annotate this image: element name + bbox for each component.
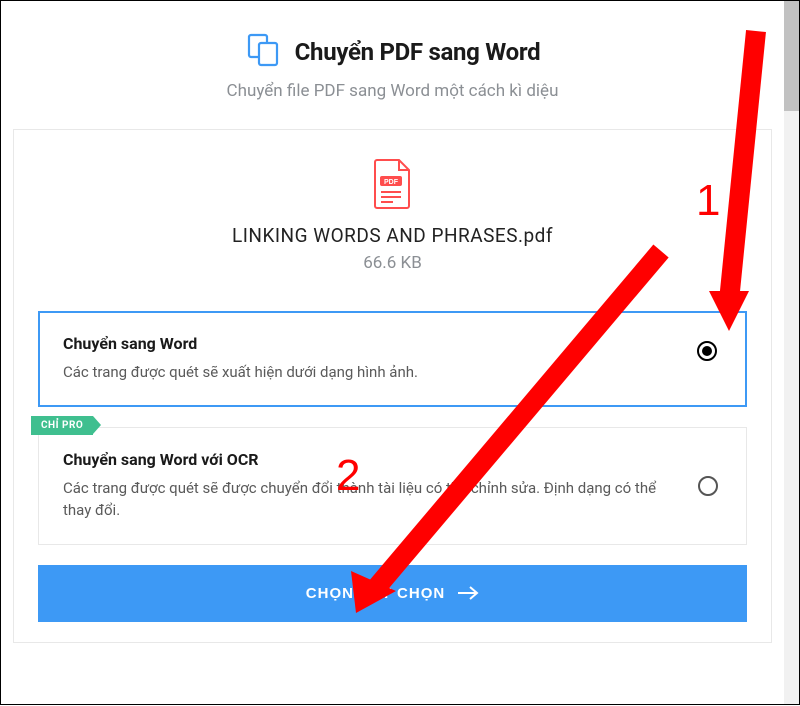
pdf-to-word-icon: [245, 31, 283, 73]
option-convert-with-ocr[interactable]: CHỈ PRO Chuyển sang Word với OCR Các tra…: [38, 427, 747, 545]
cta-label: CHỌN TÙY CHỌN: [306, 585, 445, 602]
option-desc: Các trang được quét sẽ xuất hiện dưới dạ…: [63, 361, 666, 384]
file-summary: PDF LINKING WORDS AND PHRASES.pdf 66.6 K…: [38, 158, 747, 273]
pro-badge: CHỈ PRO: [31, 416, 93, 435]
scroll-thumb[interactable]: [784, 1, 799, 111]
option-convert-to-word[interactable]: Chuyển sang Word Các trang được quét sẽ …: [38, 311, 747, 407]
pdf-file-icon: PDF: [371, 158, 415, 214]
page-content: Chuyển PDF sang Word Chuyển file PDF san…: [1, 1, 784, 655]
choose-option-button[interactable]: CHỌN TÙY CHỌN: [38, 565, 747, 622]
file-name: LINKING WORDS AND PHRASES.pdf: [38, 224, 747, 247]
option-desc: Các trang được quét sẽ được chuyển đổi t…: [63, 477, 666, 522]
svg-text:PDF: PDF: [384, 179, 399, 186]
annotation-number-2: 2: [336, 451, 360, 501]
arrow-right-icon: [457, 586, 479, 600]
file-size: 66.6 KB: [38, 253, 747, 273]
page-title: Chuyển PDF sang Word: [295, 38, 541, 66]
radio-selected-icon[interactable]: [697, 341, 717, 361]
vertical-scrollbar[interactable]: [784, 1, 799, 704]
page-subtitle: Chuyển file PDF sang Word một cách kì di…: [13, 81, 772, 101]
page-header: Chuyển PDF sang Word Chuyển file PDF san…: [13, 31, 772, 101]
option-title: Chuyển sang Word với OCR: [63, 450, 666, 469]
annotation-number-1: 1: [696, 176, 720, 226]
option-title: Chuyển sang Word: [63, 334, 666, 353]
conversion-card: PDF LINKING WORDS AND PHRASES.pdf 66.6 K…: [13, 129, 772, 643]
radio-unselected-icon[interactable]: [698, 476, 718, 496]
